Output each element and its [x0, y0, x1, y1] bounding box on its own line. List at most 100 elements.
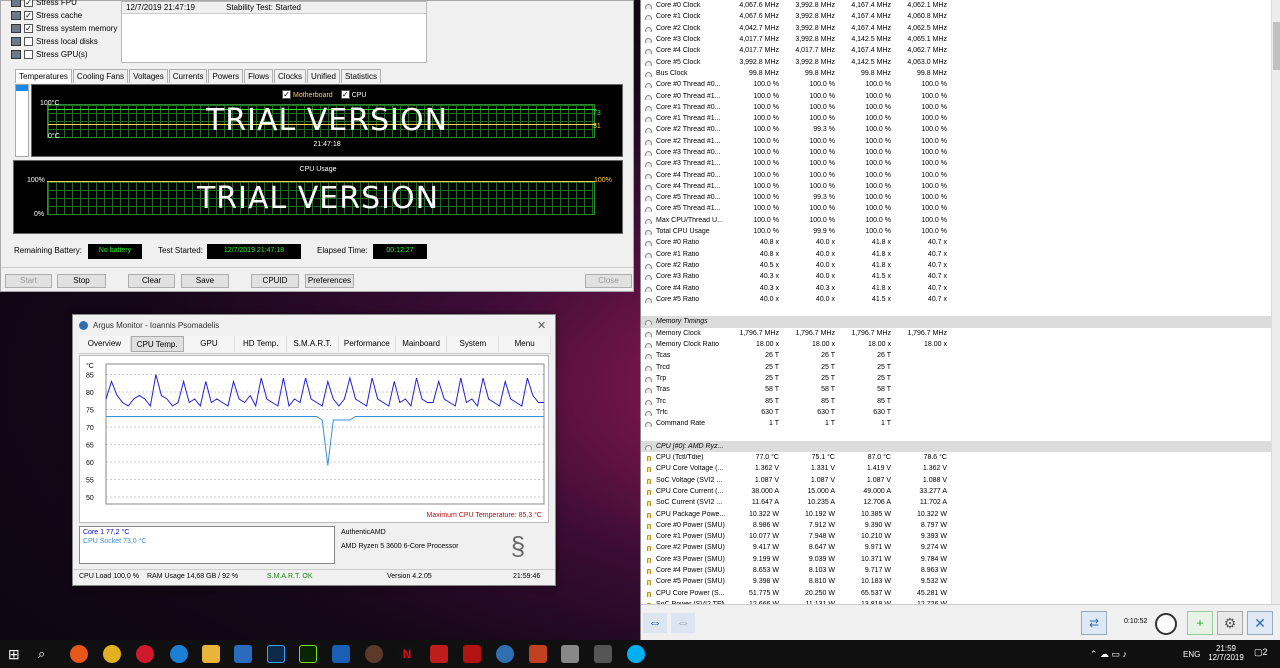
clock-icon[interactable] [1155, 613, 1177, 635]
sensor-row[interactable]: Core #3 Thread #0... 100.0 % 100.0 % 100.0 … [641, 147, 1271, 158]
aida64-icon[interactable] [463, 645, 481, 663]
cpuid-button[interactable]: CPUID [251, 274, 299, 288]
sensor-row[interactable]: Core #4 Thread #0... 100.0 % 100.0 % 100.0 … [641, 169, 1271, 180]
search-icon[interactable]: ⌕ [38, 646, 45, 662]
legend-cpu[interactable]: ✓ CPU [340, 90, 366, 99]
stress-checkbox[interactable] [24, 50, 33, 59]
argus-tab[interactable]: GPU [184, 336, 236, 352]
sensor-row[interactable]: Max CPU/Thread U... 100.0 % 100.0 % 100.0 %… [641, 215, 1271, 226]
argus-tab[interactable]: Overview [79, 336, 131, 352]
sensor-row[interactable]: Core #0 Clock 4,067.6 MHz 3,992.8 MHz 4,167… [641, 0, 1271, 11]
edge-icon[interactable] [170, 645, 188, 663]
sensor-row[interactable]: Core #1 Ratio 40.8 x 40.0 x 41.8 x 40.7 x [641, 249, 1271, 260]
chrome-icon[interactable] [103, 645, 121, 663]
sensor-row[interactable]: Core #5 Thread #0... 100.0 % 99.3 % 100.0 %… [641, 192, 1271, 203]
stress-checkbox[interactable]: ✓ [24, 0, 33, 7]
sensor-row[interactable]: Core #1 Thread #0... 100.0 % 100.0 % 100.0 … [641, 102, 1271, 113]
stress-option[interactable]: ✓ Stress system memory [11, 22, 121, 35]
hwinfo-icon[interactable] [561, 645, 579, 663]
davinci-icon[interactable] [365, 645, 383, 663]
report-icon[interactable]: + [1187, 611, 1213, 635]
stress-option[interactable]: ✓ Stress cache [11, 9, 121, 22]
sensor-row[interactable]: Core #5 Power (SMU) 9.398 W 8.810 W 10.183 … [641, 576, 1271, 587]
task-manager-icon[interactable] [594, 645, 612, 663]
sensor-row[interactable]: Core #2 Power (SMU) 9.417 W 8.647 W 9.971 W… [641, 542, 1271, 553]
stop-button[interactable]: Stop [57, 274, 106, 288]
stress-option[interactable]: Stress local disks [11, 35, 121, 48]
sensor-row[interactable]: Core #2 Thread #0... 100.0 % 99.3 % 100.0 %… [641, 124, 1271, 135]
aida-tab[interactable]: Unified [307, 69, 340, 83]
notification-icon[interactable]: ▢2 [1254, 647, 1268, 658]
sensor-row[interactable]: SoC Current (SVI2 ... 11.647 A 10.235 A 12.… [641, 497, 1271, 508]
network-icon[interactable]: ⇄ [1081, 611, 1107, 635]
aida-tab[interactable]: Statistics [340, 69, 381, 83]
sensor-row[interactable]: CPU (Tctl/Tdie) 77.0 °C 75.1 °C 87.0 °C 78.6… [641, 452, 1271, 463]
sensor-row[interactable]: Core #4 Ratio 40.3 x 40.3 x 41.8 x 40.7 x [641, 282, 1271, 293]
argus-tab[interactable]: Mainboard [396, 336, 448, 352]
sensor-group-header[interactable]: CPU [#0]: AMD Ryz... [641, 440, 1271, 452]
argus-tab[interactable]: System [447, 336, 500, 352]
sensor-scrollbar[interactable] [1271, 0, 1280, 604]
argus-tab[interactable]: S.M.A.R.T. [287, 336, 339, 352]
sensor-row[interactable]: Core #1 Power (SMU) 10.077 W 7.948 W 10.210… [641, 531, 1271, 542]
clock[interactable]: 21:59 12/7/2019 [1208, 644, 1244, 662]
store-icon[interactable] [234, 645, 252, 663]
sensor-row[interactable]: Core #3 Ratio 40.3 x 40.0 x 41.5 x 40.7 x [641, 271, 1271, 282]
legend-motherboard[interactable]: ✓ Motherboard [282, 90, 333, 99]
sensor-row[interactable]: Memory Clock 1,796.7 MHz 1,796.7 MHz 1,796.… [641, 328, 1271, 339]
nav-right-icon[interactable]: ⇔ [671, 613, 695, 633]
sensor-row[interactable]: Tcas 26 T 26 T 26 T [641, 350, 1271, 361]
sensor-row[interactable] [641, 429, 1271, 441]
sensor-row[interactable]: Trfc 630 T 630 T 630 T [641, 407, 1271, 418]
argus-tab[interactable]: Menu [499, 336, 552, 352]
sensor-row[interactable]: Core #4 Thread #1... 100.0 % 100.0 % 100.0 … [641, 181, 1271, 192]
sensor-row[interactable]: Core #0 Thread #0... 100.0 % 100.0 % 100.0 … [641, 79, 1271, 90]
photoshop-icon[interactable] [267, 645, 285, 663]
argus-titlebar[interactable]: Argus Monitor - Ioannis Psomadelis ✕ [73, 315, 555, 337]
start-menu-icon[interactable]: ⊞ [8, 647, 22, 661]
language-indicator[interactable]: ENG [1183, 650, 1200, 659]
sensor-row[interactable]: Core #4 Clock 4,017.7 MHz 4,017.7 MHz 4,167… [641, 45, 1271, 56]
sensor-row[interactable]: Core #3 Thread #1... 100.0 % 100.0 % 100.0 … [641, 158, 1271, 169]
sensor-row[interactable]: Core #0 Power (SMU) 8.986 W 7.912 W 9.390 W… [641, 520, 1271, 531]
preferences-button[interactable]: Preferences [305, 274, 354, 288]
sensor-row[interactable]: Core #1 Thread #1... 100.0 % 100.0 % 100.0 … [641, 113, 1271, 124]
sensor-row[interactable]: Memory Clock Ratio 18.00 x 18.00 x 18.00 x 1… [641, 339, 1271, 350]
opera-icon[interactable] [136, 645, 154, 663]
settings-icon[interactable]: ⚙ [1217, 611, 1243, 635]
aida-tab[interactable]: Currents [168, 69, 208, 83]
log-row[interactable]: 12/7/2019 21:47:19 Stability Test: Start… [122, 2, 426, 14]
sensor-row[interactable]: Core #3 Clock 4,017.7 MHz 3,992.8 MHz 4,142… [641, 34, 1271, 45]
tray-icons[interactable]: ⌃ ☁ ▭ ♪ [1090, 649, 1127, 660]
aida-tab[interactable]: Powers [208, 69, 244, 83]
sensor-row[interactable] [641, 305, 1271, 317]
sensor-row[interactable]: CPU Package Powe... 10.322 W 10.192 W 10.38… [641, 508, 1271, 519]
sensor-row[interactable]: Core #0 Ratio 40.8 x 40.0 x 41.8 x 40.7 x [641, 237, 1271, 248]
aida-tab[interactable]: Temperatures [15, 69, 72, 83]
stress-checkbox[interactable]: ✓ [24, 11, 33, 20]
filezilla-icon[interactable] [430, 645, 448, 663]
sensor-row[interactable]: Core #1 Clock 4,067.6 MHz 3,992.8 MHz 4,167… [641, 11, 1271, 22]
sensor-group-header[interactable]: Memory Timings [641, 316, 1271, 328]
sensor-row[interactable]: Core #3 Power (SMU) 9.199 W 9.039 W 10.371 … [641, 554, 1271, 565]
stress-option[interactable]: Stress GPU(s) [11, 48, 121, 61]
aida-tab[interactable]: Cooling Fans [72, 69, 129, 83]
sensor-row[interactable]: SoC Voltage (SVI2 ... 1.087 V 1.087 V 1.087… [641, 474, 1271, 485]
sensor-row[interactable]: CPU Core Current (... 38.000 A 15.000 A 49.… [641, 486, 1271, 497]
argus-tab[interactable]: HD Temp. [235, 336, 288, 352]
argus-tab[interactable]: CPU Temp. [130, 336, 184, 352]
close-button[interactable]: Close [585, 274, 632, 288]
sensor-row[interactable]: Trcd 25 T 25 T 25 T [641, 362, 1271, 373]
stress-checkbox[interactable] [24, 37, 33, 46]
sensor-row[interactable]: Core #2 Thread #1... 100.0 % 100.0 % 100.0 … [641, 136, 1271, 147]
sensor-row[interactable]: CPU Core Power (S... 51.775 W 20.250 W 65.5… [641, 587, 1271, 598]
skype-icon[interactable] [627, 645, 645, 663]
netflix-icon[interactable]: N [398, 645, 416, 663]
dreamweaver-icon[interactable] [299, 645, 317, 663]
sensor-row[interactable]: Core #5 Thread #1... 100.0 % 100.0 % 100.0 … [641, 203, 1271, 214]
save-button[interactable]: Save [181, 274, 229, 288]
sensor-row[interactable]: Tras 58 T 58 T 58 T [641, 384, 1271, 395]
outlook-icon[interactable] [332, 645, 350, 663]
stress-option[interactable]: ✓ Stress FPU [11, 0, 121, 9]
sensor-row[interactable]: Core #0 Thread #1... 100.0 % 100.0 % 100.0 … [641, 90, 1271, 101]
